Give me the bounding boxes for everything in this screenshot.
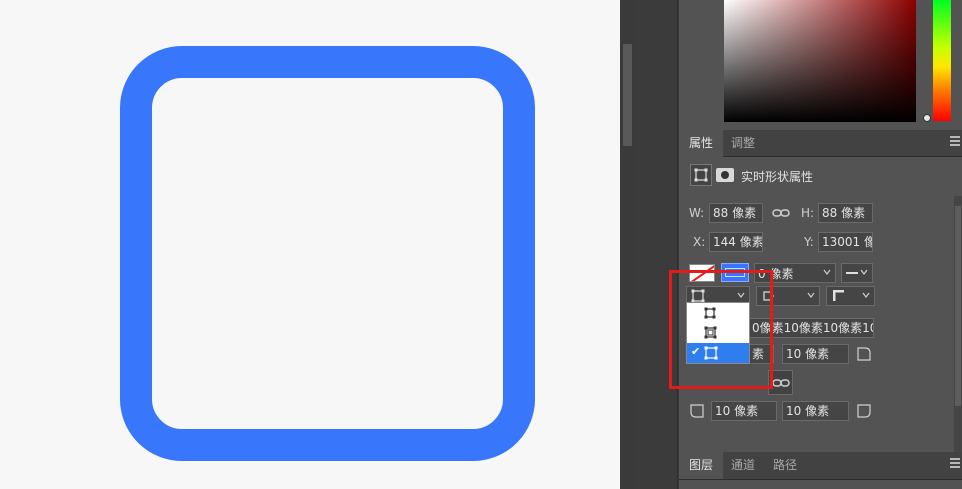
mask-icon[interactable] — [716, 168, 734, 182]
corner-tr-field[interactable]: 10 像素 — [782, 344, 849, 364]
height-field[interactable]: 88 像素 — [818, 203, 873, 223]
stroke-corners-dropdown[interactable] — [826, 286, 875, 306]
stroke-type-dropdown[interactable] — [841, 263, 873, 283]
link-icon — [772, 379, 790, 387]
layers-tabbar: 图层 通道 路径 — [679, 452, 962, 480]
h-label: H: — [801, 206, 815, 220]
tab-channels[interactable]: 通道 — [721, 452, 765, 479]
panel-menu-icon[interactable] — [950, 458, 960, 470]
canvas-scrollbar-thumb[interactable] — [623, 44, 632, 146]
x-label: X: — [693, 235, 706, 249]
panel-menu-icon[interactable] — [950, 136, 960, 148]
document-canvas[interactable] — [0, 0, 620, 489]
corner-bl-icon — [690, 404, 704, 418]
dock-gutter — [636, 0, 678, 489]
link-icon[interactable] — [772, 207, 790, 219]
w-label: W: — [689, 206, 705, 220]
properties-tabbar: 属性 调整 — [679, 130, 962, 157]
corner-br-icon — [857, 404, 871, 418]
tab-properties[interactable]: 属性 — [679, 130, 724, 157]
tab-paths[interactable]: 路径 — [763, 452, 807, 479]
width-field[interactable]: 88 像素 — [709, 203, 763, 223]
annotation-highlight-box — [669, 270, 773, 389]
corner-bl-field[interactable]: 10 像素 — [711, 401, 777, 421]
chevron-down-icon — [823, 269, 831, 275]
tab-adjustments[interactable]: 调整 — [721, 130, 765, 157]
panel-header-label: 实时形状属性 — [741, 170, 814, 184]
chevron-down-icon — [807, 292, 815, 298]
x-field[interactable]: 144 像素 — [709, 232, 763, 252]
rounded-rectangle-shape[interactable] — [120, 46, 535, 461]
tab-layers[interactable]: 图层 — [679, 452, 724, 479]
hue-slider[interactable] — [933, 0, 951, 121]
corner-tr-icon — [857, 347, 871, 361]
y-field[interactable]: 13001 像素 — [818, 232, 873, 252]
line-join-icon — [833, 290, 844, 301]
color-saturation-field[interactable] — [724, 0, 916, 122]
color-picker-marker[interactable] — [923, 114, 931, 122]
chevron-down-icon — [862, 292, 870, 298]
properties-scrollbar-thumb[interactable] — [955, 206, 961, 406]
chevron-down-icon — [860, 269, 868, 275]
y-label: Y: — [804, 235, 814, 249]
shape-bounds-icon[interactable] — [690, 164, 712, 186]
corner-br-field[interactable]: 10 像素 — [782, 401, 849, 421]
